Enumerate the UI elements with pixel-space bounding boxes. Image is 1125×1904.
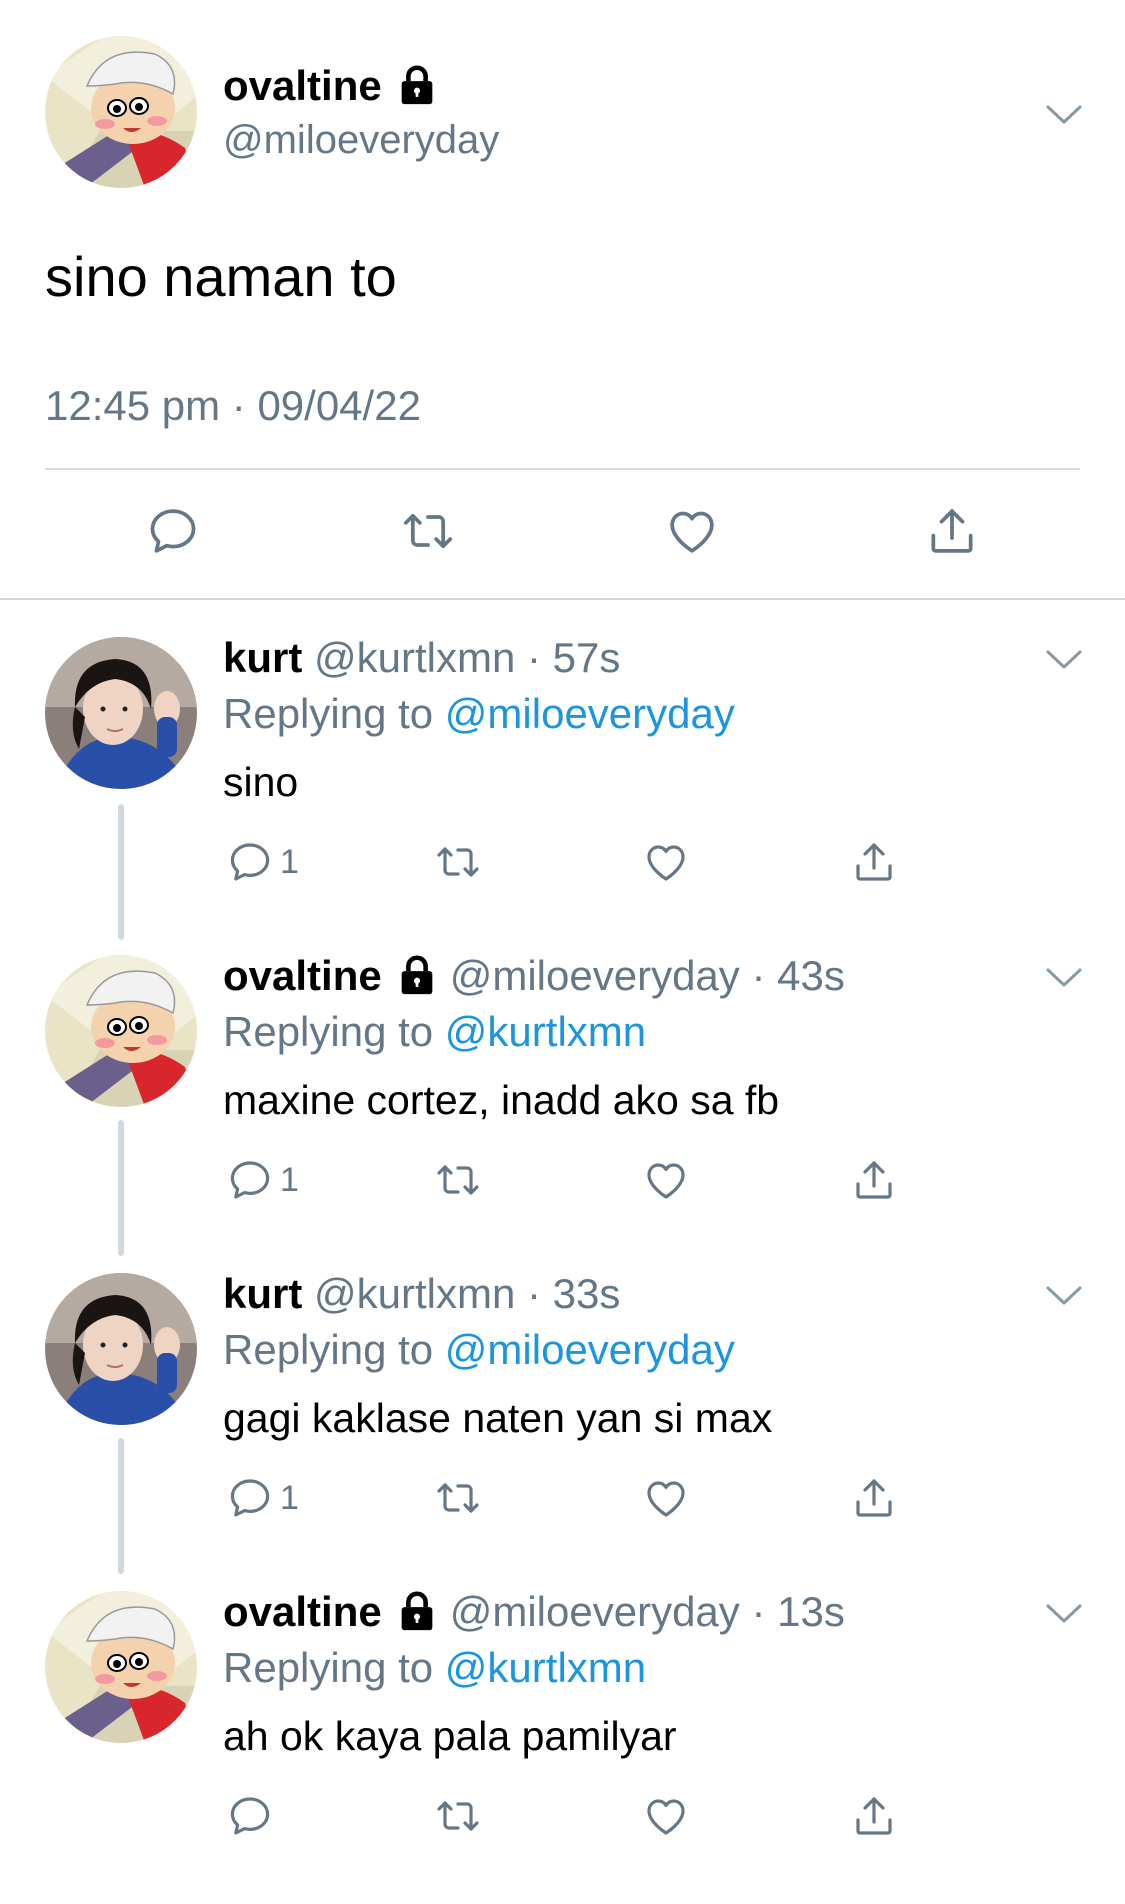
reply-time: · 43s	[751, 952, 845, 999]
reply-text: ah ok kaya pala pamilyar	[223, 1713, 677, 1759]
reply-avatar[interactable]	[45, 1591, 197, 1743]
reply-tweet[interactable]: ovaltine @miloeveryday · 43s Replying to …	[0, 950, 1125, 1268]
retweet-icon[interactable]	[434, 1791, 482, 1841]
divider	[45, 468, 1080, 470]
reply-header: kurt @kurtlxmn · 33s	[223, 1268, 620, 1320]
reply-count: 1	[280, 1160, 299, 1199]
reply-display-name[interactable]: ovaltine	[223, 952, 382, 999]
reply-icon	[226, 1156, 274, 1204]
reply-display-name[interactable]: ovaltine	[223, 1588, 382, 1635]
retweet-icon[interactable]	[434, 837, 482, 887]
replying-to: Replying to @kurtlxmn	[223, 1008, 647, 1055]
reply-avatar[interactable]	[45, 955, 197, 1107]
replying-to-link[interactable]: @kurtlxmn	[445, 1008, 646, 1055]
reply-icon	[226, 1474, 274, 1522]
reply-time: · 13s	[751, 1588, 845, 1635]
reply-action[interactable]	[226, 1791, 280, 1841]
share-icon[interactable]	[850, 1791, 898, 1841]
reply-display-name[interactable]: kurt	[223, 1270, 302, 1317]
retweet-icon[interactable]	[434, 1155, 482, 1205]
like-icon[interactable]	[664, 503, 720, 559]
reply-menu-chevron-down-icon[interactable]	[1044, 1284, 1084, 1308]
reply-time: · 57s	[527, 634, 621, 681]
tweet-timestamp[interactable]: 12:45 pm · 09/04/22	[45, 380, 421, 432]
reply-icon	[226, 838, 274, 886]
tweet-menu-chevron-down-icon[interactable]	[1044, 103, 1084, 127]
reply-display-name[interactable]: kurt	[223, 634, 302, 681]
reply-header: kurt @kurtlxmn · 57s	[223, 632, 620, 684]
reply-icon	[226, 1792, 274, 1840]
reply-header: ovaltine @miloeveryday · 13s	[223, 1586, 845, 1638]
reply-avatar[interactable]	[45, 1273, 197, 1425]
reply-time: · 33s	[527, 1270, 621, 1317]
reply-text: maxine cortez, inadd ako sa fb	[223, 1077, 780, 1123]
reply-menu-chevron-down-icon[interactable]	[1044, 966, 1084, 990]
reply-text: gagi kaklase naten yan si max	[223, 1395, 773, 1441]
reply-tweet[interactable]: kurt @kurtlxmn · 57s Replying to @miloev…	[0, 632, 1125, 950]
lock-icon	[394, 62, 440, 108]
reply-action[interactable]: 1	[226, 837, 299, 887]
reply-handle[interactable]: @miloeveryday	[450, 1588, 740, 1635]
reply-tweet[interactable]: kurt @kurtlxmn · 33s Replying to @miloev…	[0, 1268, 1125, 1586]
reply-header: ovaltine @miloeveryday · 43s	[223, 950, 845, 1002]
like-icon[interactable]	[642, 1473, 690, 1523]
reply-action[interactable]: 1	[226, 1473, 299, 1523]
author-handle[interactable]: @miloeveryday	[223, 115, 499, 165]
replying-to-link[interactable]: @kurtlxmn	[445, 1644, 646, 1691]
reply-handle[interactable]: @miloeveryday	[450, 952, 740, 999]
reply-action[interactable]: 1	[226, 1155, 299, 1205]
reply-menu-chevron-down-icon[interactable]	[1044, 1602, 1084, 1626]
reply-handle[interactable]: @kurtlxmn	[314, 634, 515, 681]
reply-tweet[interactable]: ovaltine @miloeveryday · 13s Replying to …	[0, 1586, 1125, 1904]
like-icon[interactable]	[642, 1155, 690, 1205]
share-icon[interactable]	[850, 837, 898, 887]
share-icon[interactable]	[850, 1473, 898, 1523]
reply-avatar[interactable]	[45, 637, 197, 789]
lock-icon	[394, 952, 440, 998]
tweet-text: sino naman to	[45, 245, 397, 308]
replying-to-link[interactable]: @miloeveryday	[445, 1326, 735, 1373]
author-display-name[interactable]: ovaltine	[223, 60, 440, 112]
share-icon[interactable]	[924, 503, 980, 559]
like-icon[interactable]	[642, 837, 690, 887]
reply-count: 1	[280, 1478, 299, 1517]
reply-handle[interactable]: @kurtlxmn	[314, 1270, 515, 1317]
share-icon[interactable]	[850, 1155, 898, 1205]
author-avatar[interactable]	[45, 36, 197, 188]
reply-text: sino	[223, 759, 299, 805]
retweet-icon[interactable]	[400, 503, 456, 559]
reply-icon[interactable]	[145, 503, 201, 559]
divider	[0, 598, 1125, 600]
replying-to: Replying to @miloeveryday	[223, 690, 735, 737]
replying-to: Replying to @miloeveryday	[223, 1326, 735, 1373]
reply-menu-chevron-down-icon[interactable]	[1044, 648, 1084, 672]
replying-to-link[interactable]: @miloeveryday	[445, 690, 735, 737]
reply-count: 1	[280, 842, 299, 881]
lock-icon	[394, 1588, 440, 1634]
retweet-icon[interactable]	[434, 1473, 482, 1523]
replying-to: Replying to @kurtlxmn	[223, 1644, 647, 1691]
like-icon[interactable]	[642, 1791, 690, 1841]
